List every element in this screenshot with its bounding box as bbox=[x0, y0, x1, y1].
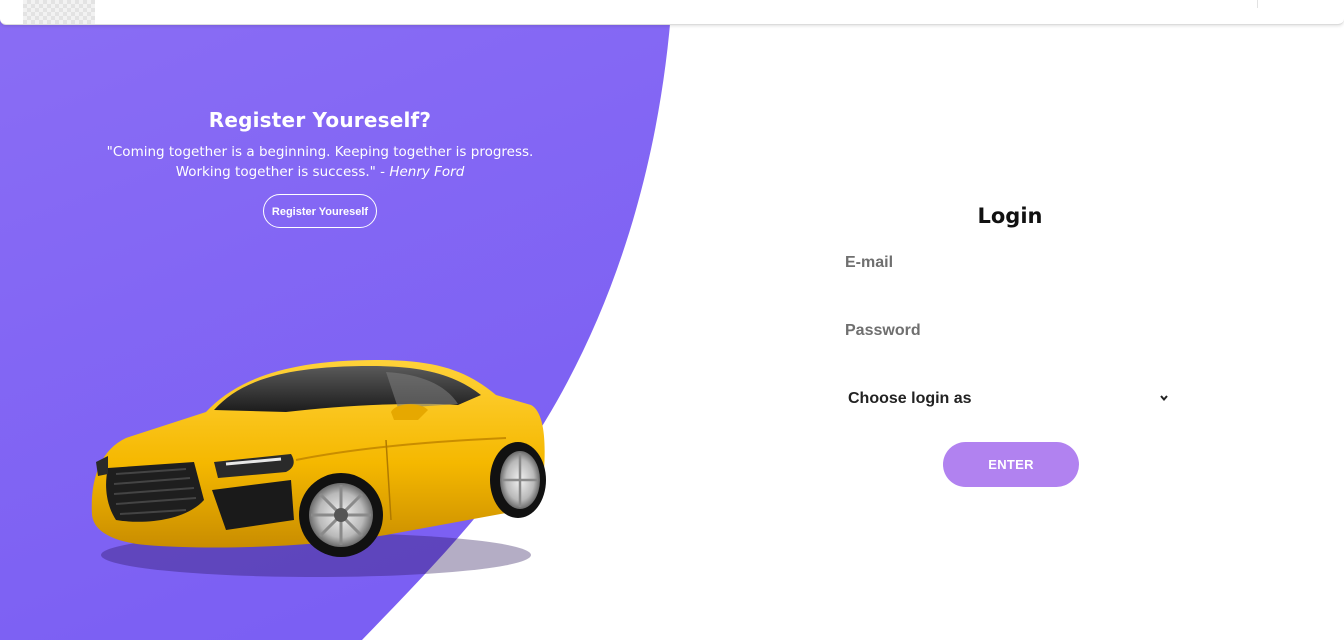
login-form: Login Choose login as ENTER bbox=[840, 204, 1180, 487]
promo-title: Register Youreself? bbox=[208, 108, 432, 132]
register-promo: Register Youreself? "Coming together is … bbox=[90, 108, 550, 228]
quote-author: Henry Ford bbox=[389, 164, 465, 180]
car-image bbox=[91, 360, 546, 577]
login-page: Register Youreself? "Coming together is … bbox=[0, 0, 1344, 640]
password-field[interactable] bbox=[840, 316, 1170, 346]
login-title: Login bbox=[977, 204, 1043, 228]
top-bar bbox=[0, 0, 1344, 25]
login-role-select[interactable]: Choose login as bbox=[840, 384, 1175, 414]
promo-quote: "Coming together is a beginning. Keeping… bbox=[90, 142, 550, 182]
enter-button[interactable]: ENTER bbox=[943, 442, 1079, 487]
quote-text: "Coming together is a beginning. Keeping… bbox=[106, 144, 534, 180]
logo-placeholder-icon[interactable] bbox=[23, 0, 95, 24]
email-field[interactable] bbox=[840, 248, 1170, 278]
topbar-divider bbox=[1257, 0, 1258, 8]
chevron-down-icon bbox=[1160, 395, 1168, 402]
login-role-select-value: Choose login as bbox=[848, 390, 972, 407]
register-button[interactable]: Register Youreself bbox=[262, 194, 378, 228]
